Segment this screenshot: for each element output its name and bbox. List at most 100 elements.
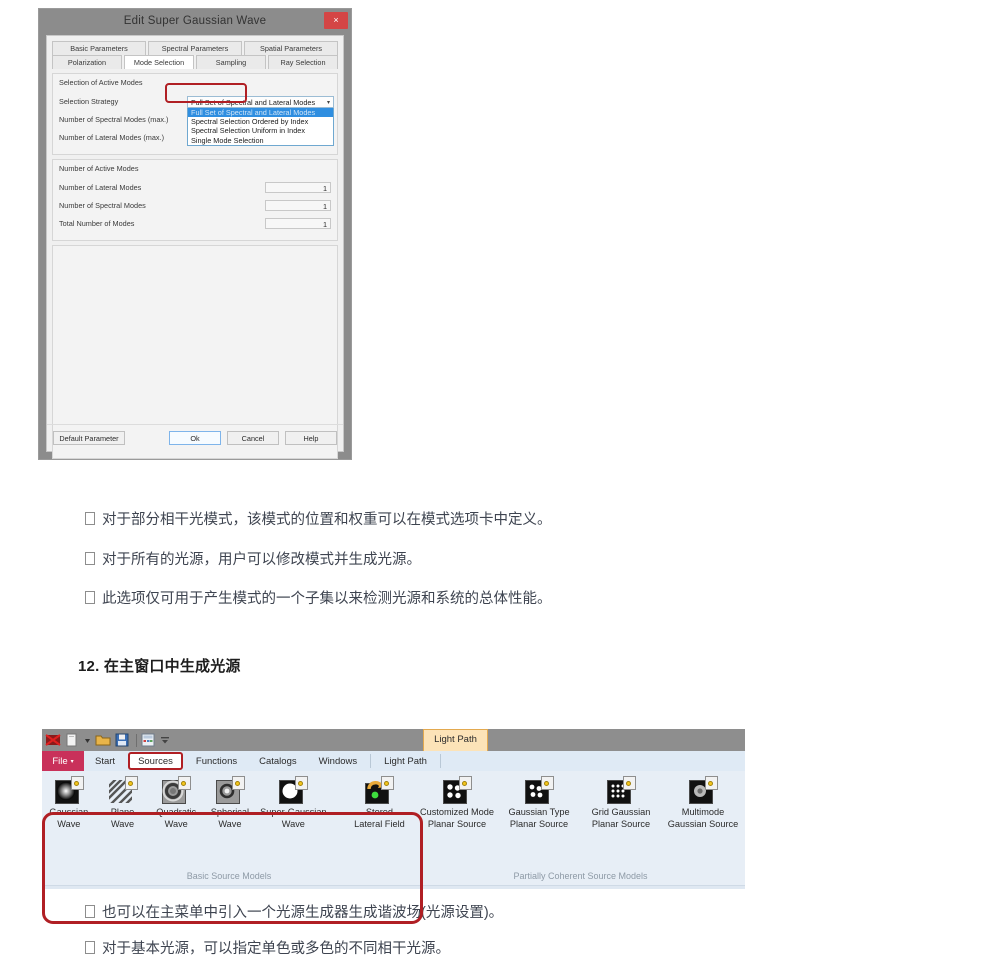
ribbon-label-line1: Super-Gaussian [260, 807, 327, 817]
save-disk-icon[interactable] [114, 732, 130, 748]
cancel-button[interactable]: Cancel [227, 431, 279, 445]
dialog-footer: Default Parameter Ok Cancel Help [47, 424, 343, 451]
gaussian-type-planar-source-icon [524, 776, 554, 804]
tab-catalogs[interactable]: Catalogs [248, 751, 308, 771]
ok-button[interactable]: Ok [169, 431, 221, 445]
field-number-of-spectral-modes: Number of Spectral Modes 1 [59, 197, 331, 213]
bullet-text-5: 对于基本光源，可以指定单色或多色的不同相干光源。 [102, 941, 450, 957]
ribbon-button-quadratic-wave[interactable]: Quadratic Wave [149, 776, 203, 830]
dropdown-option-spectral-ordered-by-index[interactable]: Spectral Selection Ordered by Index [188, 117, 333, 126]
ribbon-group-title-basic-source-models: Basic Source Models [186, 871, 272, 881]
ribbon-group-title-partially-coherent-source-models: Partially Coherent Source Models [513, 871, 648, 881]
ribbon-tabs-bar: File ▾ Start Sources Functions Catalogs … [42, 751, 745, 771]
new-document-icon[interactable] [64, 732, 80, 748]
dropdown-option-spectral-uniform-in-index[interactable]: Spectral Selection Uniform in Index [188, 126, 333, 135]
mode-selection-highlight-box [165, 83, 247, 103]
bullet-item-4: 也可以在主菜单中引入一个光源生成器生成谐波场(光源设置)。 [85, 905, 503, 921]
ribbon-label-line2: Planar Source [427, 818, 487, 829]
number-of-active-modes-panel: Number of Active Modes Number of Lateral… [52, 159, 338, 241]
input-total-number-of-modes[interactable]: 1 [265, 217, 331, 229]
bullet-text-2: 对于所有的光源，用户可以修改模式并生成光源。 [102, 552, 421, 568]
close-icon[interactable]: × [324, 12, 348, 29]
input-number-of-lateral-modes[interactable]: 1 [265, 181, 331, 193]
contextual-tab-light-path-top[interactable]: Light Path [423, 729, 488, 751]
ribbon-label-line2: Lateral Field [354, 818, 405, 829]
default-parameter-button[interactable]: Default Parameter [53, 431, 125, 445]
dialog-action-buttons: Ok Cancel Help [169, 431, 337, 445]
chevron-down-icon: ▾ [326, 99, 330, 106]
panel-title-number-of-active-modes: Number of Active Modes [59, 164, 139, 173]
tab-ray-selection[interactable]: Ray Selection [268, 55, 338, 69]
ribbon-content: Gaussian Wave Plane Wave Quadratic Wave … [42, 771, 745, 924]
bullet-marker-icon [85, 905, 95, 918]
ribbon-label-line1: Multimode [681, 807, 725, 817]
ribbon-label-line1: Gaussian Type [508, 807, 570, 817]
tab-polarization[interactable]: Polarization [52, 55, 122, 69]
dropdown-option-full-set[interactable]: Full Set of Spectral and Lateral Modes [188, 108, 333, 118]
input-number-of-spectral-modes[interactable]: 1 [265, 199, 331, 211]
ribbon-label-line2: Wave [110, 818, 135, 829]
dialog-tab-row-2: Polarization Mode Selection Sampling Ray… [52, 55, 338, 69]
ribbon-label-line1: Quadratic [156, 807, 197, 817]
open-folder-icon[interactable] [95, 732, 111, 748]
virtuallab-ribbon-screenshot: Light Path File ▾ Start Sources Function… [42, 729, 745, 924]
selection-strategy-dropdown-list[interactable]: Full Set of Spectral and Lateral Modes S… [187, 108, 334, 146]
ribbon-button-grid-gaussian-planar-source[interactable]: Grid Gaussian Planar Source [580, 776, 662, 830]
label-number-of-lateral-modes: Number of Lateral Modes [59, 182, 142, 192]
dialog-body: Basic Parameters Spectral Parameters Spa… [46, 35, 344, 459]
bullet-text-4: 也可以在主菜单中引入一个光源生成器生成谐波场(光源设置)。 [102, 905, 504, 921]
tab-separator [439, 754, 441, 768]
stored-lateral-field-icon [364, 776, 395, 804]
ribbon-button-stored-lateral-field[interactable]: Stored Lateral Field [343, 776, 416, 830]
tab-file[interactable]: File ▾ [42, 751, 84, 771]
tab-spectral-parameters[interactable]: Spectral Parameters [148, 41, 242, 55]
ribbon-button-gaussian-wave[interactable]: Gaussian Wave [42, 776, 96, 830]
dialog-title: Edit Super Gaussian Wave [123, 15, 267, 27]
section-heading: 12. 在主窗口中生成光源 [78, 658, 241, 675]
ribbon-label-line2: Wave [164, 818, 188, 829]
tab-sources[interactable]: Sources [128, 752, 183, 770]
tab-sampling[interactable]: Sampling [196, 55, 266, 69]
gaussian-wave-icon [54, 776, 84, 804]
ribbon-label-line1: Plane [110, 807, 135, 817]
bullet-item-5: 对于基本光源，可以指定单色或多色的不同相干光源。 [85, 941, 450, 957]
dropdown-option-single-mode-selection[interactable]: Single Mode Selection [188, 136, 333, 145]
tab-separator [370, 754, 372, 768]
calculator-icon[interactable] [140, 732, 156, 748]
field-number-of-lateral-modes: Number of Lateral Modes 1 [59, 179, 331, 195]
tab-functions[interactable]: Functions [185, 751, 248, 771]
tab-start[interactable]: Start [84, 751, 126, 771]
bullet-text-3: 此选项仅可用于产生模式的一个子集以来检测光源和系统的总体性能。 [102, 591, 552, 607]
label-total-number-of-modes: Total Number of Modes [59, 218, 135, 228]
bullet-marker-icon [85, 512, 95, 525]
label-number-of-spectral-modes: Number of Spectral Modes [59, 200, 146, 210]
ribbon-button-gaussian-type-planar-source[interactable]: Gaussian Type Planar Source [498, 776, 580, 830]
ribbon-button-spherical-wave[interactable]: Spherical Wave [203, 776, 257, 830]
ribbon-label-line1: Grid Gaussian [591, 807, 651, 817]
tab-spatial-parameters[interactable]: Spatial Parameters [244, 41, 338, 55]
tab-basic-parameters[interactable]: Basic Parameters [52, 41, 146, 55]
app-logo-icon[interactable] [45, 732, 61, 748]
plane-wave-icon [108, 776, 138, 804]
help-button[interactable]: Help [285, 431, 337, 445]
tab-light-path[interactable]: Light Path [373, 751, 438, 771]
grid-gaussian-planar-source-icon [606, 776, 636, 804]
bullet-text-1: 对于部分相干光模式，该模式的位置和权重可以在模式选项卡中定义。 [102, 512, 552, 528]
ribbon-button-customized-mode-planar-source[interactable]: Customized Mode Planar Source [416, 776, 498, 830]
ribbon-label-line1: Spherical [210, 807, 250, 817]
ribbon-label-line2: Wave [281, 818, 305, 829]
ribbon-bottom-edge [42, 885, 745, 889]
ribbon-button-multimode-gaussian-source[interactable]: Multimode Gaussian Source [662, 776, 744, 830]
bullet-item-1: 对于部分相干光模式，该模式的位置和权重可以在模式选项卡中定义。 [85, 512, 552, 528]
dropdown-arrow-icon[interactable] [83, 732, 92, 748]
selection-strategy-combobox[interactable]: Full Set of Spectral and Lateral Modes ▾… [187, 96, 334, 146]
spherical-wave-icon [215, 776, 245, 804]
tab-mode-selection[interactable]: Mode Selection [124, 55, 194, 69]
ribbon-label-line1: Gaussian [49, 807, 89, 817]
ribbon-button-super-gaussian-wave[interactable]: Super-Gaussian Wave [257, 776, 330, 830]
bullet-marker-icon [85, 591, 95, 604]
customize-qat-icon[interactable] [159, 732, 171, 748]
tab-windows[interactable]: Windows [308, 751, 369, 771]
bullet-marker-icon [85, 941, 95, 954]
ribbon-button-plane-wave[interactable]: Plane Wave [96, 776, 150, 830]
